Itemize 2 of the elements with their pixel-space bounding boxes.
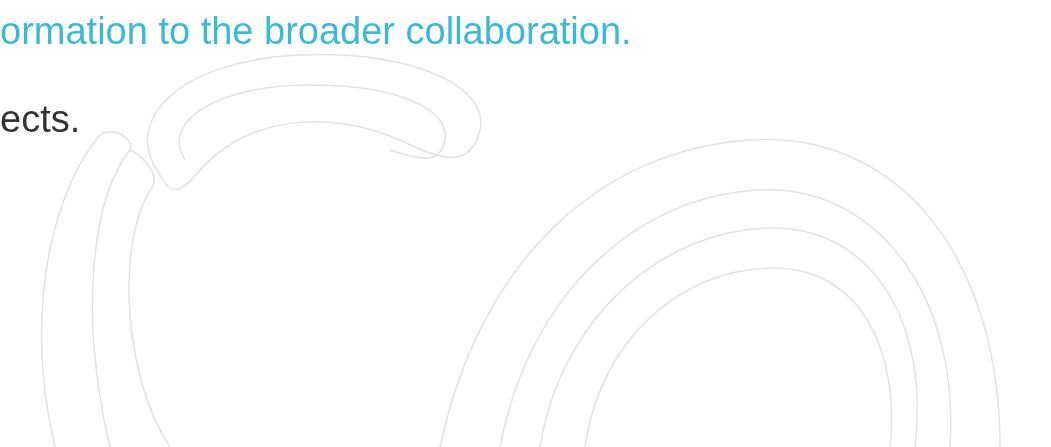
paragraph-text: ormation to the broader collaboration. (0, 9, 632, 54)
paragraph-text: ects. (0, 97, 81, 142)
